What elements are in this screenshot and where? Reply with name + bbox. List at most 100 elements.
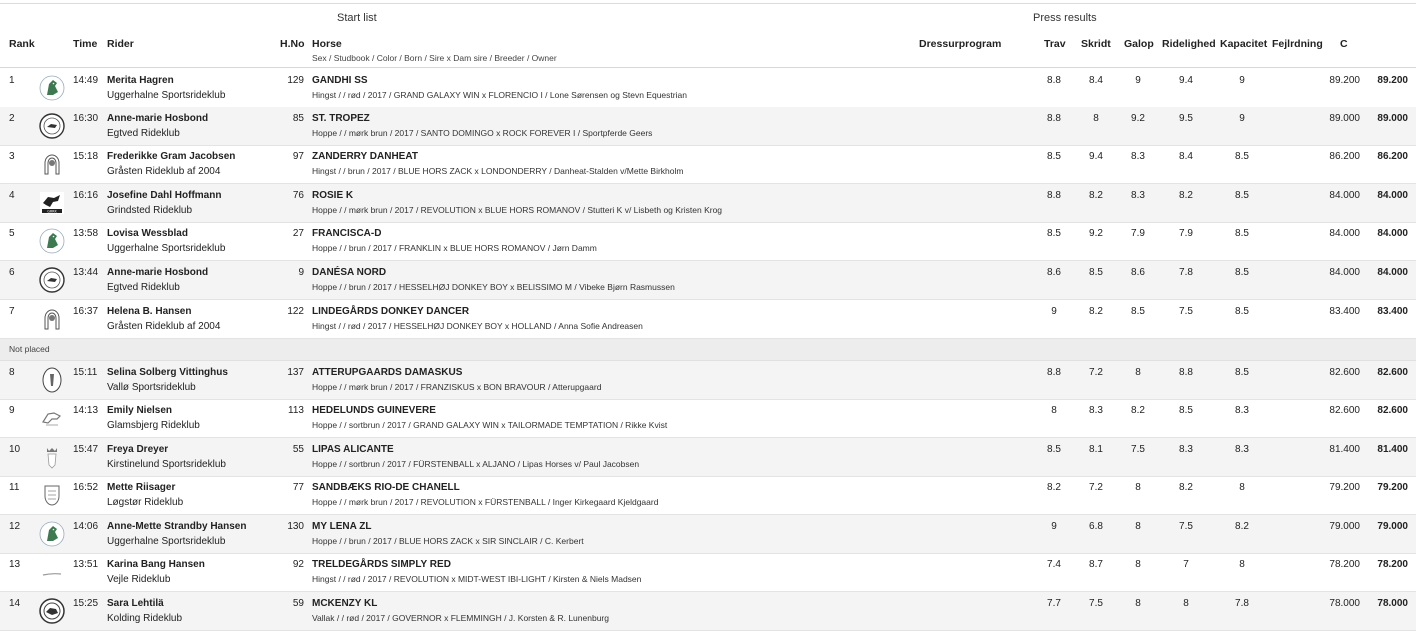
horse-number-cell: 130 <box>287 521 304 532</box>
table-row[interactable]: 7 16:37 Helena B. Hansen Gråsten Rideklub a… <box>0 300 1416 339</box>
score-c: 84.000 <box>1329 267 1360 278</box>
col-rank[interactable]: Rank <box>9 38 35 50</box>
horse-name-link[interactable]: LIPAS ALICANTE <box>312 444 394 455</box>
score-galop: 7.9 <box>1131 228 1145 239</box>
table-row[interactable]: 6 13:44 Anne-marie Hosbond Egtved Rideklub 9… <box>0 261 1416 300</box>
rider-name-link[interactable]: Mette Riisager <box>107 482 175 493</box>
club-name: Uggerhalne Sportsrideklub <box>107 243 226 254</box>
score-kapacitet: 8.5 <box>1235 267 1249 278</box>
table-row[interactable]: 10 15:47 Freya Dreyer Kirstinelund Sportsri… <box>0 438 1416 477</box>
horse-info: Hoppe / / brun / 2017 / BLUE HORS ZACK x… <box>312 536 584 546</box>
start-list-heading: Start list <box>337 12 377 24</box>
horse-name-link[interactable]: GANDHI SS <box>312 75 368 86</box>
rider-name-link[interactable]: Lovisa Wessblad <box>107 228 188 239</box>
table-row[interactable]: 3 15:18 Frederikke Gram Jacobsen Gråsten Ri… <box>0 145 1416 184</box>
col-kapacitet[interactable]: Kapacitet <box>1220 38 1267 50</box>
horse-name-link[interactable]: FRANCISCA-D <box>312 228 381 239</box>
col-galop[interactable]: Galop <box>1124 38 1154 50</box>
col-c[interactable]: C <box>1340 38 1348 50</box>
table-row[interactable]: 13 13:51 Karina Bang Hansen Vejle Rideklub 9… <box>0 553 1416 592</box>
table-row[interactable]: 5 13:58 Lovisa Wessblad Uggerhalne Sportsri… <box>0 222 1416 261</box>
rider-name-link[interactable]: Anne-marie Hosbond <box>107 267 208 278</box>
col-rider[interactable]: Rider <box>107 38 134 50</box>
table-row[interactable]: 14 15:25 Sara Lehtilä Kolding Rideklub 59 MCK… <box>0 592 1416 631</box>
score-kapacitet: 8.3 <box>1235 405 1249 416</box>
table-row[interactable]: 2 16:30 Anne-marie Hosbond Egtved Rideklub 8… <box>0 107 1416 146</box>
col-hno[interactable]: H.No <box>280 38 305 50</box>
time-cell: 14:06 <box>73 521 99 532</box>
table-row[interactable]: 8 15:11 Selina Solberg Vittinghus Vallø Spo… <box>0 361 1416 400</box>
club-logo-icon <box>38 74 66 102</box>
table-row[interactable]: 4 GRRK 16:16 Josefine Dahl Hoffmann Grindste… <box>0 184 1416 223</box>
col-dressurprogram[interactable]: Dressurprogram <box>919 38 1001 50</box>
score-c: 79.000 <box>1329 521 1360 532</box>
score-kapacitet: 9 <box>1239 113 1245 124</box>
club-logo-icon <box>38 443 66 471</box>
score-total: 86.200 <box>1377 151 1408 162</box>
horse-name-link[interactable]: HEDELUNDS GUINEVERE <box>312 405 436 416</box>
col-fejlrdning[interactable]: Fejlrdning <box>1272 38 1323 50</box>
score-trav: 8.5 <box>1047 444 1061 455</box>
horse-number-cell: 129 <box>287 75 304 86</box>
rider-name-link[interactable]: Josefine Dahl Hoffmann <box>107 190 221 201</box>
club-logo-icon: GRRK <box>38 189 66 217</box>
club-logo-icon <box>38 305 66 333</box>
rider-name-link[interactable]: Freya Dreyer <box>107 444 168 455</box>
table-row[interactable]: 1 14:49 Merita Hagren Uggerhalne Sportsride… <box>0 69 1416 108</box>
score-ridelighed: 8.5 <box>1179 405 1193 416</box>
club-logo-icon <box>38 112 66 140</box>
col-time[interactable]: Time <box>73 38 97 50</box>
rider-name-link[interactable]: Merita Hagren <box>107 75 174 86</box>
horse-name-link[interactable]: LINDEGÅRDS DONKEY DANCER <box>312 306 469 317</box>
table-row[interactable]: 11 16:52 Mette Riisager Løgstør Rideklub 77 S… <box>0 476 1416 515</box>
score-kapacitet: 8.2 <box>1235 521 1249 532</box>
horse-name-link[interactable]: DANÉSA NORD <box>312 267 386 278</box>
horse-number-cell: 113 <box>288 405 304 416</box>
club-name: Egtved Rideklub <box>107 282 180 293</box>
score-skridt: 9.2 <box>1089 228 1103 239</box>
score-trav: 9 <box>1051 521 1057 532</box>
horse-name-link[interactable]: TRELDEGÅRDS SIMPLY RED <box>312 559 451 570</box>
rider-name-link[interactable]: Karina Bang Hansen <box>107 559 205 570</box>
horse-name-link[interactable]: ROSIE K <box>312 190 353 201</box>
time-cell: 16:30 <box>73 113 99 124</box>
horse-name-link[interactable]: ZANDERRY DANHEAT <box>312 151 418 162</box>
score-c: 84.000 <box>1329 190 1360 201</box>
horse-name-link[interactable]: SANDBÆKS RIO-DE CHANELL <box>312 482 460 493</box>
rider-name-link[interactable]: Anne-Mette Strandby Hansen <box>107 521 246 532</box>
horse-name-link[interactable]: ATTERUPGAARDS DAMASKUS <box>312 367 462 378</box>
col-skridt[interactable]: Skridt <box>1081 38 1111 50</box>
horse-number-cell: 137 <box>287 367 304 378</box>
col-horse[interactable]: Horse <box>312 38 342 50</box>
rank-cell: 10 <box>9 444 21 455</box>
table-row[interactable]: 12 14:06 Anne-Mette Strandby Hansen Uggerha… <box>0 515 1416 554</box>
time-cell: 16:37 <box>73 306 99 317</box>
col-trav[interactable]: Trav <box>1044 38 1066 50</box>
score-ridelighed: 9.4 <box>1179 75 1193 86</box>
score-ridelighed: 8 <box>1183 598 1189 609</box>
horse-info: Hoppe / / sortbrun / 2017 / GRAND GALAXY… <box>312 420 668 430</box>
time-cell: 14:49 <box>73 75 99 86</box>
horse-number-cell: 97 <box>292 151 304 162</box>
rider-name-link[interactable]: Helena B. Hansen <box>107 306 191 317</box>
score-skridt: 8.5 <box>1089 267 1103 278</box>
score-c: 79.200 <box>1329 482 1360 493</box>
rider-name-link[interactable]: Frederikke Gram Jacobsen <box>107 151 235 162</box>
rider-name-link[interactable]: Emily Nielsen <box>107 405 172 416</box>
horse-name-link[interactable]: ST. TROPEZ <box>312 113 370 124</box>
horse-number-cell: 122 <box>287 306 304 317</box>
score-ridelighed: 8.3 <box>1179 444 1193 455</box>
rank-cell: 11 <box>9 482 20 493</box>
rider-name-link[interactable]: Anne-marie Hosbond <box>107 113 208 124</box>
horse-info: Hingst / / rød / 2017 / REVOLUTION x MID… <box>312 574 642 584</box>
horse-name-link[interactable]: MY LENA ZL <box>312 521 371 532</box>
score-total: 78.000 <box>1377 598 1408 609</box>
rank-cell: 1 <box>9 75 15 86</box>
horse-number-cell: 55 <box>292 444 304 455</box>
score-galop: 9 <box>1135 75 1141 86</box>
rider-name-link[interactable]: Sara Lehtilä <box>107 598 164 609</box>
rider-name-link[interactable]: Selina Solberg Vittinghus <box>107 367 228 378</box>
table-row[interactable]: 9 14:13 Emily Nielsen Glamsbjerg Rideklub 11… <box>0 399 1416 438</box>
col-ridelighed[interactable]: Ridelighed <box>1162 38 1216 50</box>
horse-name-link[interactable]: MCKENZY KL <box>312 598 377 609</box>
